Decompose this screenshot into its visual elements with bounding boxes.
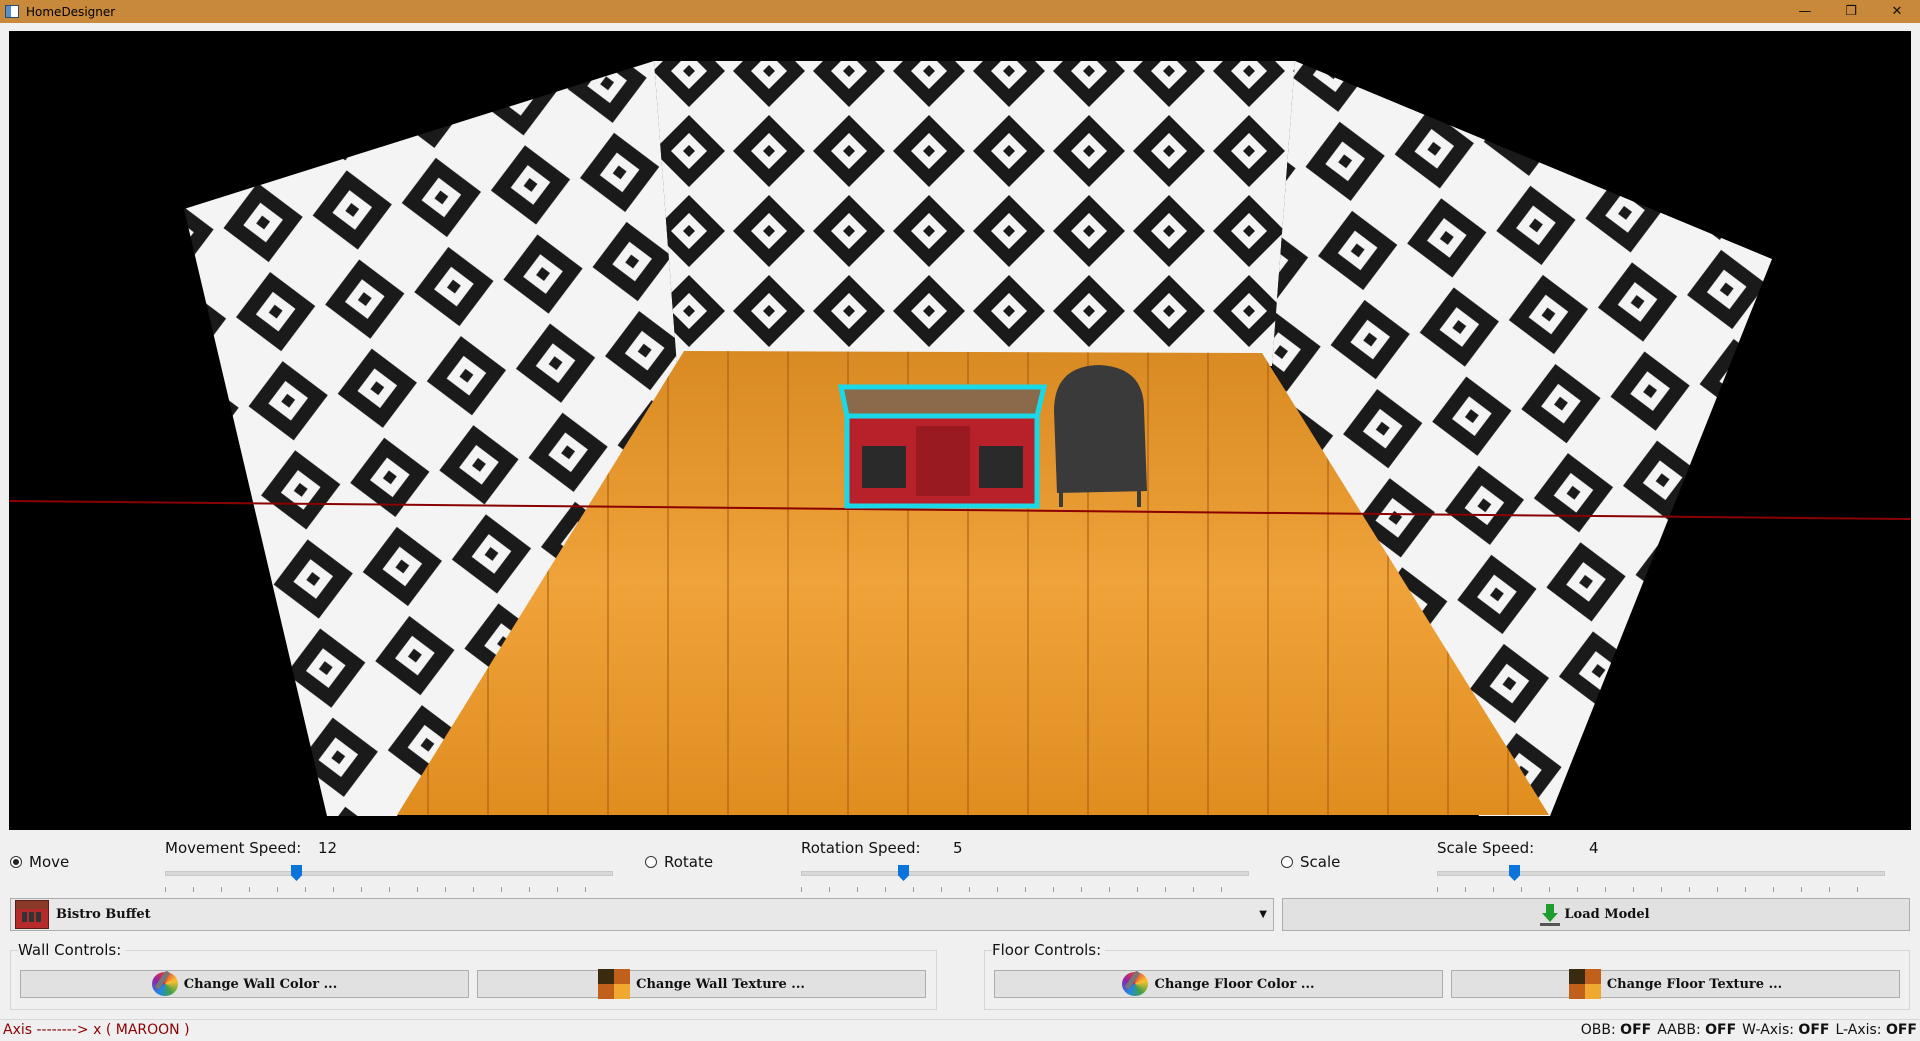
- axis-status: Axis --------> x ( MAROON ): [3, 1022, 190, 1038]
- load-model-button[interactable]: Load Model: [1282, 898, 1910, 931]
- scale-speed-slider[interactable]: [1437, 865, 1885, 892]
- color-wheel-icon: [151, 972, 178, 996]
- window-title: HomeDesigner: [26, 4, 116, 19]
- rotate-label: Rotate: [664, 853, 714, 871]
- color-wheel-icon: [1122, 972, 1149, 996]
- aabb-status: AABB: OFF: [1657, 1022, 1737, 1038]
- back-wall: [654, 61, 1295, 366]
- model-select-value: Bistro Buffet: [56, 907, 151, 922]
- scene-render: [9, 61, 1911, 816]
- rotate-radio-indicator: [645, 856, 657, 868]
- l-axis-status: L-Axis: OFF: [1835, 1022, 1917, 1038]
- 3d-viewport[interactable]: [9, 31, 1911, 830]
- scale-label: Scale: [1300, 853, 1341, 871]
- slider-ticks: [1437, 887, 1885, 892]
- dropdown-arrow-icon[interactable]: ▼: [1259, 909, 1267, 920]
- slider-groove: [801, 871, 1249, 876]
- bistro-buffet-model[interactable]: [837, 384, 1048, 509]
- minimize-icon[interactable]: —: [1782, 0, 1828, 23]
- restore-icon[interactable]: ❐: [1828, 0, 1874, 23]
- window-icon: [5, 5, 19, 18]
- change-wall-texture-button[interactable]: Change Wall Texture ...: [477, 969, 926, 999]
- movement-speed-value: 12: [318, 839, 338, 857]
- model-select[interactable]: Bistro Buffet ▼: [10, 898, 1274, 931]
- wall-controls-label: Wall Controls:: [18, 941, 126, 959]
- scale-speed-value: 4: [1589, 839, 1599, 857]
- obb-status: OBB: OFF: [1580, 1022, 1652, 1038]
- slider-groove: [165, 871, 613, 876]
- window-controls: — ❐ ✕: [1782, 0, 1920, 23]
- slider-thumb[interactable]: [291, 865, 302, 881]
- armchair-model[interactable]: [1054, 365, 1147, 507]
- model-thumbnail-icon: [15, 900, 49, 929]
- texture-icon: [1568, 969, 1601, 999]
- w-axis-status: W-Axis: OFF: [1742, 1022, 1830, 1038]
- rotation-speed-label: Rotation Speed:: [801, 839, 921, 857]
- rotation-speed-slider[interactable]: [801, 865, 1249, 892]
- load-model-label: Load Model: [1564, 907, 1650, 922]
- title-bar: HomeDesigner — ❐ ✕: [0, 0, 1920, 23]
- toggle-status: OBB: OFF AABB: OFF W-Axis: OFF L-Axis: O…: [1581, 1022, 1917, 1038]
- scale-radio-indicator: [1281, 856, 1293, 868]
- move-radio[interactable]: Move: [10, 853, 69, 871]
- rotation-speed-value: 5: [953, 839, 963, 857]
- rotate-radio[interactable]: Rotate: [645, 853, 713, 871]
- slider-ticks: [165, 887, 613, 892]
- slider-thumb[interactable]: [1509, 865, 1520, 881]
- movement-speed-slider[interactable]: [165, 865, 613, 892]
- change-wall-color-button[interactable]: Change Wall Color ...: [20, 970, 469, 998]
- download-icon: [1540, 903, 1561, 926]
- slider-thumb[interactable]: [898, 865, 909, 881]
- slider-groove: [1437, 871, 1885, 876]
- status-bar: Axis --------> x ( MAROON ) OBB: OFF AAB…: [0, 1019, 1920, 1041]
- scale-speed-label: Scale Speed:: [1437, 839, 1535, 857]
- change-floor-texture-button[interactable]: Change Floor Texture ...: [1451, 969, 1900, 999]
- change-wall-texture-label: Change Wall Texture ...: [636, 976, 805, 992]
- change-floor-texture-label: Change Floor Texture ...: [1606, 976, 1783, 992]
- scale-radio[interactable]: Scale: [1281, 853, 1340, 871]
- move-label: Move: [29, 853, 70, 871]
- transform-controls: Move Movement Speed: 12 Rotate Rotation …: [0, 832, 1920, 896]
- slider-ticks: [801, 887, 1249, 892]
- close-icon[interactable]: ✕: [1874, 0, 1920, 23]
- texture-icon: [598, 969, 631, 999]
- change-floor-color-button[interactable]: Change Floor Color ...: [994, 970, 1443, 998]
- change-wall-color-label: Change Wall Color ...: [183, 976, 338, 992]
- move-radio-indicator: [10, 856, 22, 868]
- movement-speed-label: Movement Speed:: [165, 839, 302, 857]
- floor-controls-label: Floor Controls:: [992, 941, 1106, 959]
- change-floor-color-label: Change Floor Color ...: [1154, 976, 1315, 992]
